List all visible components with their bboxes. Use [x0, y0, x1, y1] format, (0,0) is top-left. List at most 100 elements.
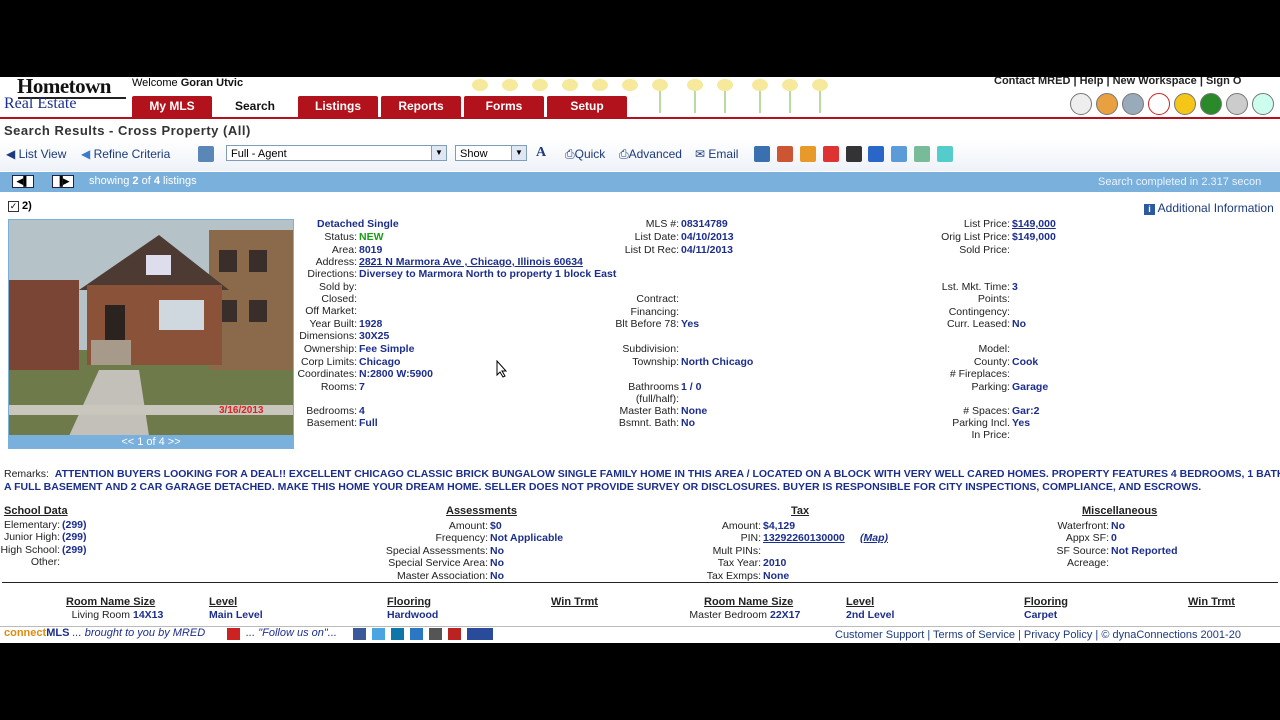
clock-icon[interactable]: [1148, 93, 1170, 115]
globe-icon[interactable]: [1252, 93, 1274, 115]
room-name-size-header: Room Name Size: [66, 596, 156, 608]
address-link[interactable]: 2821 N Marmora Ave , Chicago, Illinois 6…: [359, 256, 583, 268]
printer-icon: ⎙: [619, 147, 629, 161]
junior-high-label: Junior High:: [3, 531, 60, 543]
bedrooms-value: 4: [359, 405, 365, 417]
basement-label: Basement:: [306, 417, 357, 429]
advanced-print-button[interactable]: ⎙Advanced: [619, 147, 682, 162]
miscellaneous-title: Miscellaneous: [1082, 505, 1158, 517]
document-icon[interactable]: [1122, 93, 1144, 115]
tab-setup[interactable]: Setup: [547, 96, 627, 117]
footer-brand: connectMLS ... brought to you by MRED: [4, 627, 205, 639]
export-icon[interactable]: [937, 146, 953, 162]
master-bath-value: None: [681, 405, 708, 417]
model-label: Model:: [978, 343, 1010, 355]
mred-logo-icon[interactable]: [227, 628, 240, 640]
room-size: 22X17: [770, 609, 801, 621]
special-assessments-label: Special Assessments:: [385, 545, 488, 557]
connect-mls-logo-icon[interactable]: [467, 628, 493, 640]
listing-photo[interactable]: 3/16/2013: [8, 219, 294, 449]
brought-text: ... brought to you by MRED: [72, 627, 206, 639]
pin-link[interactable]: 13292260130000: [763, 532, 845, 544]
bathrooms-label: Bathrooms: [628, 381, 679, 393]
top-links[interactable]: Contact MRED | Help | New Workspace | Si…: [994, 77, 1241, 87]
remarks-text-2: A FULL BASEMENT AND 2 CAR GARAGE DETACHE…: [4, 480, 1202, 493]
map-icon[interactable]: [914, 146, 930, 162]
coordinates-label: Coordinates:: [297, 368, 357, 380]
curr-leased-label: Curr. Leased:: [946, 318, 1010, 330]
email-button[interactable]: ✉ Email: [695, 147, 738, 161]
parking-incl-value: Yes: [1012, 417, 1031, 429]
cma-icon[interactable]: [754, 146, 770, 162]
spaces-label: # Spaces:: [963, 405, 1010, 417]
room-level: 2nd Level: [846, 609, 895, 621]
tax-exemptions-label: Tax Exmps:: [706, 570, 761, 582]
people-icon[interactable]: [1096, 93, 1118, 115]
footer-links[interactable]: Customer Support | Terms of Service | Pr…: [835, 629, 1241, 641]
special-assessments-value: No: [490, 545, 504, 557]
facebook-icon[interactable]: [353, 628, 366, 640]
showing-count: showing 2 of 4 listings: [89, 175, 197, 187]
list-date-label: List Date:: [634, 231, 679, 243]
tab-forms[interactable]: Forms: [464, 96, 544, 117]
listing-checkbox[interactable]: ✓: [8, 201, 19, 212]
twitter-icon[interactable]: [372, 628, 385, 640]
pinterest-icon[interactable]: [448, 628, 461, 640]
win-trmt-header: Win Trmt: [551, 596, 598, 608]
special-service-area-value: No: [490, 557, 504, 569]
report-format-select[interactable]: Full - Agent ▼: [226, 145, 447, 161]
map-link[interactable]: (Map): [860, 532, 888, 544]
address-label: Address:: [315, 256, 357, 268]
refine-arrow-icon: ◀: [81, 147, 91, 161]
report-icon[interactable]: [198, 146, 214, 162]
listing-index: 2): [22, 200, 32, 212]
show-select[interactable]: Show ▼: [455, 145, 527, 161]
brand-mls[interactable]: MLS: [46, 627, 69, 639]
tab-listings[interactable]: Listings: [298, 96, 378, 117]
save-icon[interactable]: [846, 146, 862, 162]
next-listing-button[interactable]: ▐▶: [52, 175, 74, 188]
tab-search[interactable]: Search: [215, 96, 295, 117]
upload-icon[interactable]: [868, 146, 884, 162]
tools-icon[interactable]: [1226, 93, 1248, 115]
corp-limits-value: Chicago: [359, 356, 401, 368]
logo-real-estate[interactable]: Real Estate: [4, 95, 76, 113]
bsmnt-bath-label: Bsmnt. Bath:: [618, 417, 679, 429]
car-icon[interactable]: [777, 146, 793, 162]
list-dt-rec-value: 04/11/2013: [681, 244, 733, 256]
website-icon[interactable]: [410, 628, 423, 640]
pdf-icon[interactable]: [823, 146, 839, 162]
tab-my-mls[interactable]: My MLS: [132, 96, 212, 117]
download-icon[interactable]: [800, 146, 816, 162]
list-view-button[interactable]: ◀ List View: [6, 147, 66, 161]
room-name-size-header: Room Name Size: [704, 596, 794, 608]
home-icon[interactable]: [1070, 93, 1092, 115]
tax-title: Tax: [791, 505, 810, 517]
linkedin-icon[interactable]: [391, 628, 404, 640]
additional-info-link[interactable]: i Additional Information: [1144, 201, 1274, 215]
list-price-value[interactable]: $149,000: [1012, 218, 1056, 230]
star-icon[interactable]: [1174, 93, 1196, 115]
search-completed: Search completed in 2.317 secon: [1098, 176, 1262, 188]
waterfront-value: No: [1111, 520, 1125, 532]
font-size-icon[interactable]: A: [536, 145, 546, 161]
check-icon[interactable]: [1200, 93, 1222, 115]
brand-connect[interactable]: connect: [4, 627, 46, 639]
sort-icon[interactable]: [891, 146, 907, 162]
photo-pager[interactable]: << 1 of 4 >>: [8, 435, 294, 449]
tab-reports[interactable]: Reports: [381, 96, 461, 117]
school-data-title: School Data: [4, 505, 68, 517]
directions-value: Diversey to Marmora North to property 1 …: [359, 268, 617, 280]
list-dt-rec-label: List Dt Rec:: [624, 244, 679, 256]
prev-listing-button[interactable]: ◀▌: [12, 175, 34, 188]
quick-print-button[interactable]: ⎙Quick: [565, 147, 605, 162]
appx-sf-label: Appx SF:: [1065, 532, 1109, 544]
area-label: Area:: [331, 244, 357, 256]
area-value: 8019: [359, 244, 383, 256]
master-association-label: Master Association:: [396, 570, 488, 582]
google-plus-icon[interactable]: [429, 628, 442, 640]
main-tabs: My MLS Search Listings Reports Forms Set…: [132, 96, 627, 117]
refine-criteria-button[interactable]: ◀ Refine Criteria: [81, 147, 170, 161]
mouse-cursor-icon: [496, 360, 508, 378]
master-bath-label: Master Bath:: [619, 405, 679, 417]
